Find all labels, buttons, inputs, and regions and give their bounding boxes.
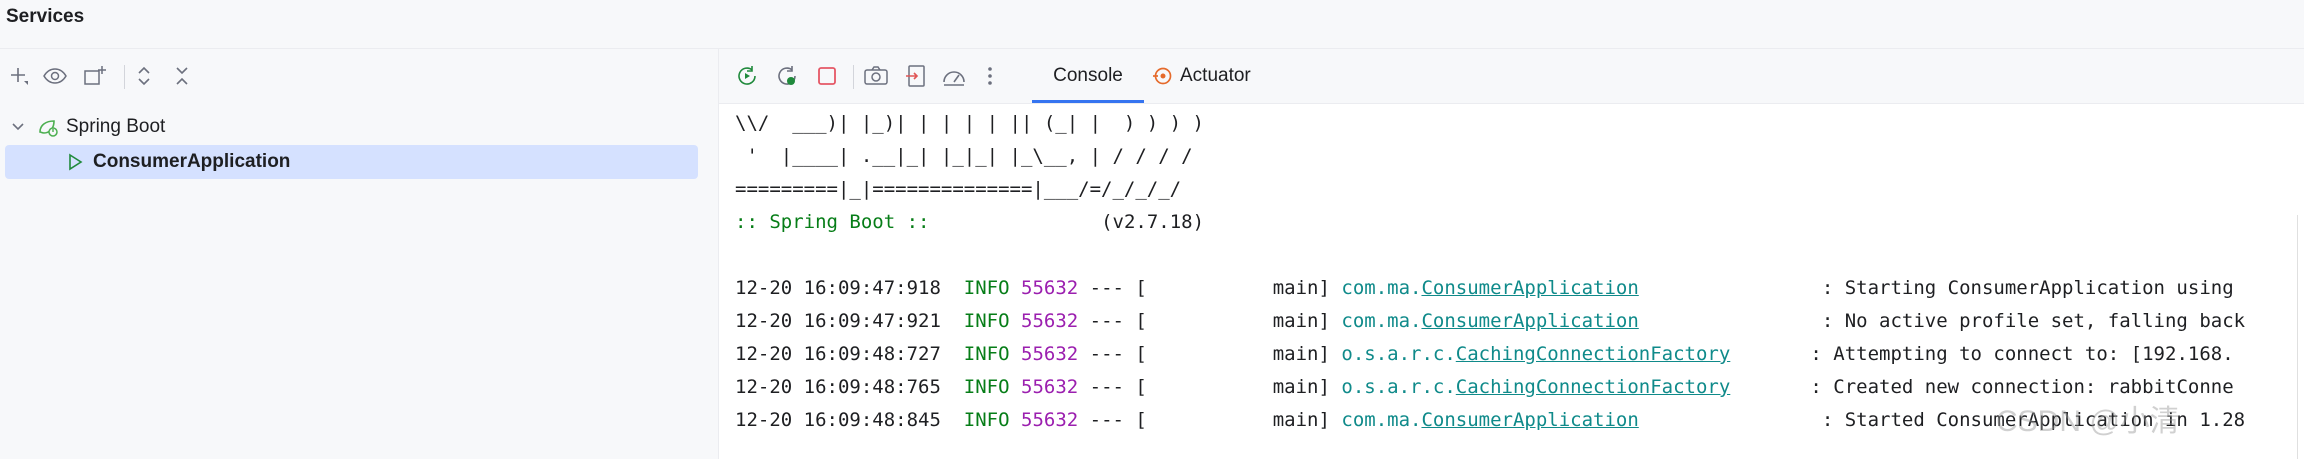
spring-boot-banner-label: :: Spring Boot :: <box>735 211 930 233</box>
tree-group-spring-boot[interactable]: Spring Boot <box>6 110 696 144</box>
export-icon[interactable] <box>901 61 931 91</box>
log-line: 12-20 16:09:48:727 INFO 55632 --- [ main… <box>735 339 2234 369</box>
log-package: o.s.a.r.c. <box>1341 343 1456 365</box>
log-pid: 55632 <box>1021 310 1079 332</box>
log-level: INFO <box>963 277 1010 299</box>
log-level: INFO <box>963 343 1010 365</box>
log-class-link[interactable]: ConsumerApplication <box>1421 409 1638 431</box>
log-package: com.ma. <box>1341 409 1422 431</box>
log-timestamp: 12-20 16:09:48:845 <box>735 409 941 431</box>
services-tree-pane: Spring Boot ConsumerApplication <box>0 49 719 459</box>
log-package: com.ma. <box>1341 310 1422 332</box>
log-pid: 55632 <box>1021 277 1079 299</box>
stop-icon[interactable] <box>812 61 842 91</box>
log-level: INFO <box>963 376 1010 398</box>
chevron-down-icon[interactable] <box>10 119 30 135</box>
log-line: 12-20 16:09:47:918 INFO 55632 --- [ main… <box>735 273 2234 303</box>
log-separator: --- [ <box>1089 409 1147 431</box>
spring-boot-icon <box>36 116 62 138</box>
console-toolbar: Console Actuator <box>719 49 2304 104</box>
tab-actuator-label: Actuator <box>1180 65 1251 86</box>
log-separator: --- [ <box>1089 343 1147 365</box>
tab-console[interactable]: Console <box>1032 49 1144 103</box>
more-icon[interactable] <box>975 61 1005 91</box>
log-message: : No active profile set, falling back <box>1821 310 2246 332</box>
log-class-link[interactable]: ConsumerApplication <box>1421 310 1638 332</box>
log-pid: 55632 <box>1021 343 1079 365</box>
log-line: 12-20 16:09:47:921 INFO 55632 --- [ main… <box>735 306 2245 336</box>
collapse-all-icon[interactable] <box>167 61 197 91</box>
tree-item-label: ConsumerApplication <box>93 151 291 172</box>
profiler-icon[interactable] <box>939 61 969 91</box>
tab-actuator[interactable]: Actuator <box>1152 49 1251 103</box>
run-icon <box>65 152 87 172</box>
log-level: INFO <box>963 409 1010 431</box>
log-thread: main] <box>1272 409 1330 431</box>
watermark: CSDN @小清 <box>1996 405 2180 438</box>
console-scrollbar[interactable] <box>2297 215 2304 459</box>
log-thread: main] <box>1272 277 1330 299</box>
restart-debug-icon[interactable] <box>772 61 802 91</box>
log-separator: --- [ <box>1089 310 1147 332</box>
rerun-icon[interactable] <box>732 61 762 91</box>
log-message: : Starting ConsumerApplication using <box>1821 277 2234 299</box>
expand-all-icon[interactable] <box>129 61 159 91</box>
banner-line: =========|_|==============|___/=/_/_/_/ <box>735 178 1182 200</box>
log-timestamp: 12-20 16:09:47:918 <box>735 277 941 299</box>
log-class-link[interactable]: CachingConnectionFactory <box>1456 343 1731 365</box>
log-level: INFO <box>963 310 1010 332</box>
log-thread: main] <box>1272 376 1330 398</box>
log-package: o.s.a.r.c. <box>1341 376 1456 398</box>
log-separator: --- [ <box>1089 277 1147 299</box>
log-package: com.ma. <box>1341 277 1422 299</box>
log-class-link[interactable]: ConsumerApplication <box>1421 277 1638 299</box>
tree-item-consumer-application[interactable]: ConsumerApplication <box>5 145 698 179</box>
spring-boot-version: (v2.7.18) <box>1101 211 1205 233</box>
banner-line: ' |____| .__|_| |_|_| |_\__, | / / / / <box>735 145 1193 167</box>
actuator-icon <box>1152 65 1174 87</box>
banner-line: \\/ ___)| |_)| | | | | || (_| | ) ) ) ) <box>735 112 1204 134</box>
log-class-link[interactable]: CachingConnectionFactory <box>1456 376 1731 398</box>
toolbar-divider <box>853 65 854 89</box>
log-pid: 55632 <box>1021 376 1079 398</box>
tree-group-label: Spring Boot <box>66 116 166 137</box>
log-timestamp: 12-20 16:09:48:765 <box>735 376 941 398</box>
spring-boot-version-line: :: Spring Boot :: (v2.7.18) <box>735 209 1204 235</box>
tree-toolbar <box>0 49 718 103</box>
log-timestamp: 12-20 16:09:48:727 <box>735 343 941 365</box>
toolbar-divider <box>124 65 125 89</box>
log-timestamp: 12-20 16:09:47:921 <box>735 310 941 332</box>
new-group-icon[interactable] <box>80 61 110 91</box>
log-separator: --- [ <box>1089 376 1147 398</box>
add-icon[interactable] <box>4 61 34 91</box>
tab-console-label: Console <box>1053 65 1123 86</box>
log-thread: main] <box>1272 343 1330 365</box>
log-message: : Attempting to connect to: [192.168. <box>1810 343 2234 365</box>
log-thread: main] <box>1272 310 1330 332</box>
screenshot-icon[interactable] <box>861 61 891 91</box>
log-pid: 55632 <box>1021 409 1079 431</box>
title-bar: Services <box>0 0 2304 49</box>
window-title: Services <box>6 6 85 27</box>
eye-icon[interactable] <box>40 61 70 91</box>
log-message: : Created new connection: rabbitConne <box>1810 376 2234 398</box>
